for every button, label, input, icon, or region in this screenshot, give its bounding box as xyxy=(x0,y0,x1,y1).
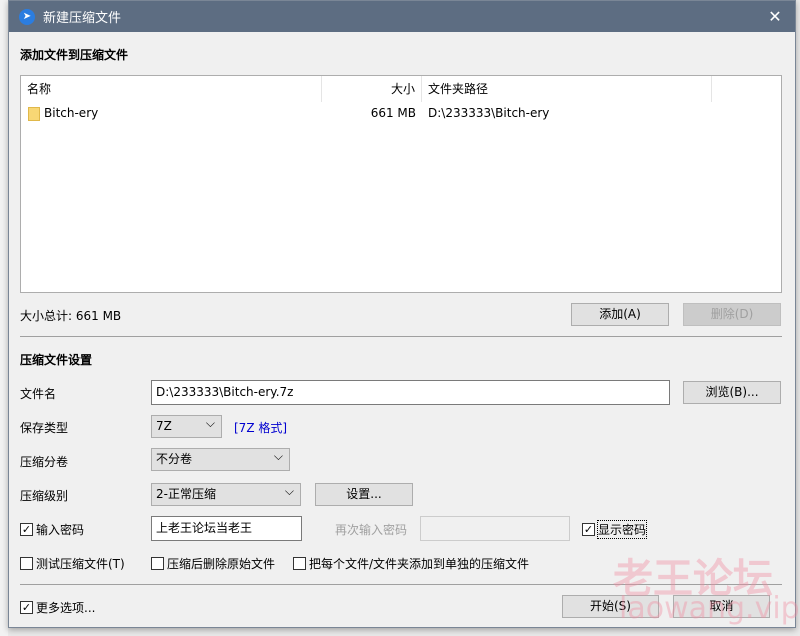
split-select[interactable]: 不分卷 xyxy=(151,446,290,471)
test-label: 测试压缩文件(T) xyxy=(36,557,125,571)
list-header: 名称 大小 文件夹路径 xyxy=(21,76,781,102)
folder-icon xyxy=(28,106,40,121)
level-label: 压缩级别 xyxy=(20,489,69,503)
checkbox-unchecked[interactable] xyxy=(293,557,306,570)
column-size[interactable]: 大小 xyxy=(322,76,422,102)
item-name: Bitch-ery xyxy=(44,106,99,120)
column-path[interactable]: 文件夹路径 xyxy=(422,76,712,102)
delete-button[interactable]: 删除(D) xyxy=(683,303,781,326)
delete-after-label: 压缩后删除原始文件 xyxy=(167,557,276,571)
split-label: 压缩分卷 xyxy=(20,455,69,469)
filename-input[interactable]: D:\233333\Bitch-ery.7z xyxy=(151,380,670,405)
column-name[interactable]: 名称 xyxy=(21,76,322,102)
item-path: D:\233333\Bitch-ery xyxy=(428,106,550,120)
item-size: 661 MB xyxy=(370,106,416,120)
password-checkbox[interactable]: ✓ 输入密码 xyxy=(20,521,84,538)
add-section-heading: 添加文件到压缩文件 xyxy=(20,48,129,62)
app-icon: ➤ xyxy=(19,8,35,25)
show-password-label: 显示密码 xyxy=(596,520,648,539)
background-window xyxy=(0,0,8,636)
window-title: 新建压缩文件 xyxy=(43,11,122,26)
file-list[interactable]: 名称 大小 文件夹路径 Bitch-ery 661 MB D:\233333\B… xyxy=(20,75,782,293)
add-button[interactable]: 添加(A) xyxy=(571,303,669,326)
settings-button[interactable]: 设置... xyxy=(315,483,413,506)
close-button[interactable]: ✕ xyxy=(755,7,795,26)
format-link[interactable]: [7Z 格式] xyxy=(234,419,287,436)
password-label: 输入密码 xyxy=(36,523,85,537)
delete-after-checkbox[interactable]: 压缩后删除原始文件 xyxy=(151,555,275,572)
filename-label: 文件名 xyxy=(20,387,57,401)
list-item[interactable]: Bitch-ery 661 MB D:\233333\Bitch-ery xyxy=(21,102,781,124)
watermark-url: laowang.vip xyxy=(619,591,800,626)
checkbox-checked[interactable]: ✓ xyxy=(582,523,595,536)
divider xyxy=(20,336,782,337)
new-archive-dialog: ➤ 新建压缩文件 ✕ 添加文件到压缩文件 名称 大小 文件夹路径 Bitch-e… xyxy=(8,0,800,628)
type-select[interactable]: 7Z xyxy=(151,413,222,438)
show-password-checkbox[interactable]: ✓ 显示密码 xyxy=(582,520,648,539)
checkbox-checked[interactable]: ✓ xyxy=(20,523,33,536)
type-label: 保存类型 xyxy=(20,421,69,435)
settings-heading: 压缩文件设置 xyxy=(20,353,93,367)
password-input[interactable]: 上老王论坛当老王 xyxy=(151,516,302,541)
more-options-label: 更多选项... xyxy=(36,601,96,615)
browse-button[interactable]: 浏览(B)... xyxy=(683,381,781,404)
separate-archives-label: 把每个文件/文件夹添加到单独的压缩文件 xyxy=(309,557,530,571)
repeat-password-label: 再次输入密码 xyxy=(335,523,408,537)
level-select[interactable]: 2-正常压缩 xyxy=(151,481,301,506)
checkbox-unchecked[interactable] xyxy=(20,557,33,570)
test-checkbox[interactable]: 测试压缩文件(T) xyxy=(20,555,125,572)
separate-archives-checkbox[interactable]: 把每个文件/文件夹添加到单独的压缩文件 xyxy=(293,555,529,572)
checkbox-unchecked[interactable] xyxy=(151,557,164,570)
more-options-checkbox[interactable]: ✓ 更多选项... xyxy=(20,599,95,616)
total-size: 大小总计: 661 MB xyxy=(20,309,122,323)
checkbox-checked[interactable]: ✓ xyxy=(20,601,33,614)
title-bar: ➤ 新建压缩文件 ✕ xyxy=(9,1,795,32)
repeat-password-input[interactable] xyxy=(420,516,570,541)
